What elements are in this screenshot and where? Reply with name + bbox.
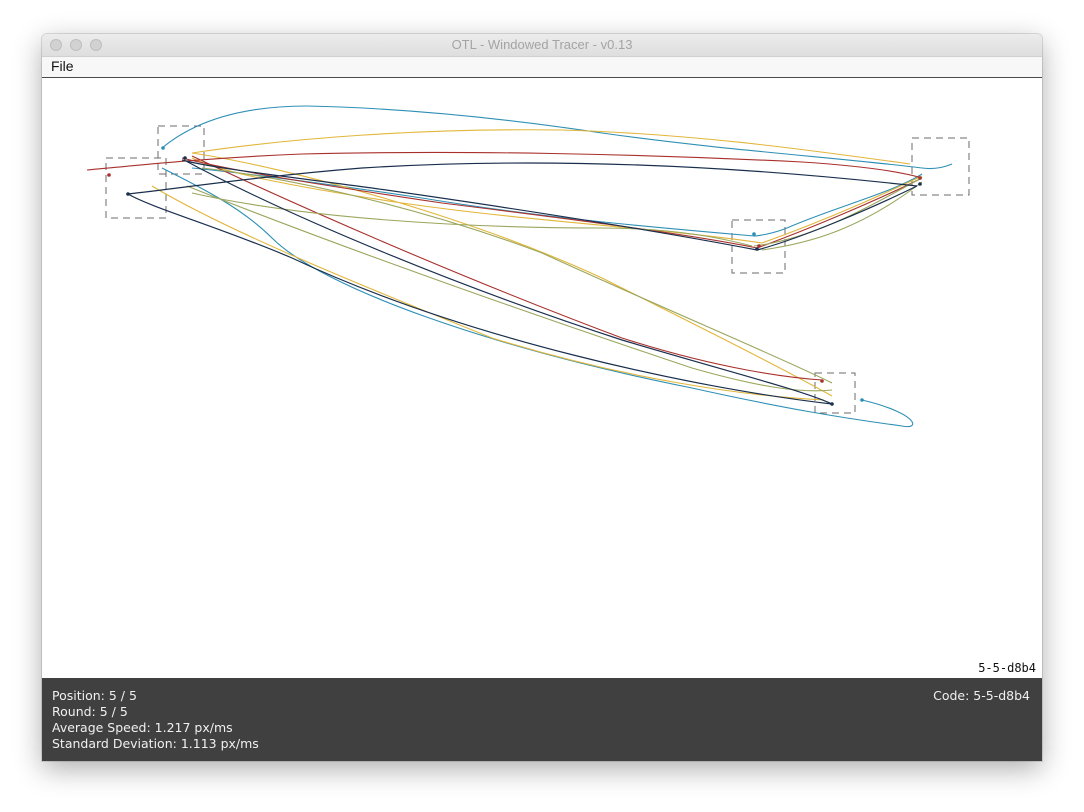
trace-point [918, 182, 922, 186]
trace-point [755, 247, 759, 251]
standard-deviation-readout: Standard Deviation: 1.113 px/ms [52, 736, 259, 751]
trace-point [830, 402, 834, 406]
app-window: OTL - Windowed Tracer - v0.13 File 5-5-d… [42, 34, 1042, 761]
trace-plot [86, 105, 970, 428]
trace-point [183, 156, 187, 160]
position-readout: Position: 5 / 5 [52, 688, 137, 703]
session-code-overlay: 5-5-d8b4 [978, 661, 1036, 675]
trace-point [820, 379, 824, 383]
menu-bar: File [42, 57, 1042, 78]
round-readout: Round: 5 / 5 [52, 704, 128, 719]
trace-point [161, 146, 165, 150]
trace-point [860, 398, 864, 402]
menu-file[interactable]: File [51, 58, 74, 74]
code-readout: Code: 5-5-d8b4 [933, 688, 1030, 703]
trace-point [752, 232, 756, 236]
target-box [814, 372, 856, 414]
trace-point [918, 176, 922, 180]
trace-path-olive [186, 167, 923, 392]
status-stats: Position: 5 / 5 Round: 5 / 5 Average Spe… [52, 688, 259, 752]
average-speed-readout: Average Speed: 1.217 px/ms [52, 720, 233, 735]
trace-path-gold [151, 129, 923, 401]
target-box [911, 137, 970, 196]
tracing-canvas[interactable]: 5-5-d8b4 [42, 78, 1042, 678]
trace-point [757, 244, 761, 248]
title-bar[interactable]: OTL - Windowed Tracer - v0.13 [42, 34, 1042, 57]
trace-path-red [86, 151, 923, 381]
status-bar: Position: 5 / 5 Round: 5 / 5 Average Spe… [42, 678, 1042, 761]
trace-point [126, 192, 130, 196]
trace-point [107, 173, 111, 177]
window-title: OTL - Windowed Tracer - v0.13 [451, 37, 633, 52]
